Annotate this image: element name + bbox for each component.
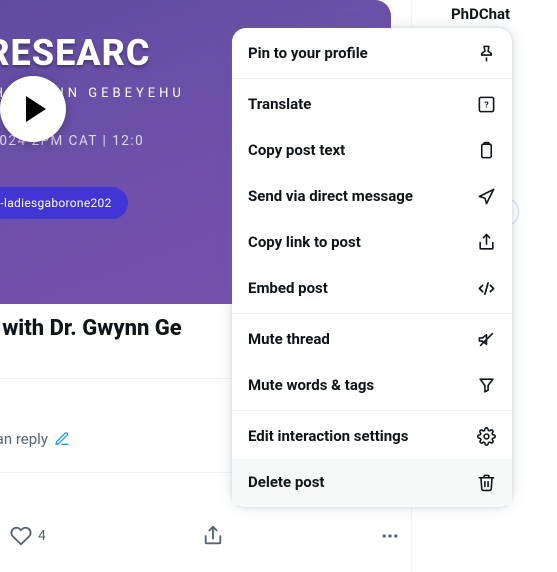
trend-item[interactable]: PhDChat <box>451 5 510 23</box>
menu-send-dm[interactable]: Send via direct message <box>232 173 512 219</box>
share-button[interactable] <box>202 525 224 547</box>
menu-label: Embed post <box>248 279 328 297</box>
svg-text:?: ? <box>484 100 489 110</box>
heart-icon <box>10 525 32 547</box>
menu-mute-thread[interactable]: Mute thread <box>232 316 512 362</box>
menu-label: Pin to your profile <box>248 44 368 62</box>
gear-icon <box>476 426 496 446</box>
menu-label: Mute thread <box>248 330 330 348</box>
video-link-pill: r-ladiesgaborone202 <box>0 187 128 219</box>
menu-pin-to-profile[interactable]: Pin to your profile <box>232 30 512 76</box>
like-button[interactable]: 4 <box>10 525 46 547</box>
menu-edit-interaction[interactable]: Edit interaction settings <box>232 413 512 459</box>
post-title: search with Dr. Gwynn Ge <box>0 316 182 341</box>
trash-icon <box>476 472 496 492</box>
menu-label: Copy post text <box>248 141 345 159</box>
more-button[interactable] <box>380 526 400 546</box>
code-icon <box>476 278 496 298</box>
menu-label: Translate <box>248 95 311 113</box>
edit-reply-icon[interactable] <box>54 431 70 447</box>
post-actions-bar: 4 <box>10 525 400 547</box>
menu-translate[interactable]: Translate ? <box>232 81 512 127</box>
menu-delete-post[interactable]: Delete post <box>232 459 512 505</box>
menu-copy-post-text[interactable]: Copy post text <box>232 127 512 173</box>
video-play-button[interactable] <box>0 76 66 142</box>
play-icon <box>26 96 46 122</box>
clipboard-icon <box>476 140 496 160</box>
menu-separator <box>232 410 512 411</box>
pin-icon <box>476 43 496 63</box>
send-icon <box>476 186 496 206</box>
like-count: 4 <box>38 528 46 544</box>
menu-copy-link[interactable]: Copy link to post <box>232 219 512 265</box>
menu-label: Edit interaction settings <box>248 427 408 445</box>
reply-text: ody can reply <box>0 430 48 448</box>
menu-label: Delete post <box>248 473 325 491</box>
menu-separator <box>232 78 512 79</box>
translate-icon: ? <box>476 94 496 114</box>
post-context-menu: Pin to your profile Translate ? Copy pos… <box>232 28 512 507</box>
menu-label: Copy link to post <box>248 233 361 251</box>
menu-label: Send via direct message <box>248 187 413 205</box>
filter-icon <box>476 375 496 395</box>
menu-label: Mute words & tags <box>248 376 374 394</box>
share-up-icon <box>476 232 496 252</box>
menu-mute-words[interactable]: Mute words & tags <box>232 362 512 408</box>
menu-separator <box>232 313 512 314</box>
menu-embed-post[interactable]: Embed post <box>232 265 512 311</box>
mute-icon <box>476 329 496 349</box>
reply-restriction-text[interactable]: ody can reply <box>0 430 70 448</box>
